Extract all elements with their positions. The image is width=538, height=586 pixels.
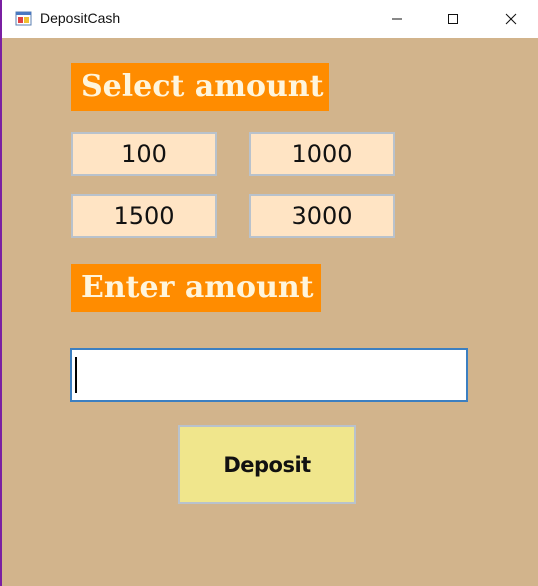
maximize-icon (448, 14, 458, 24)
amount-button-1000[interactable]: 1000 (249, 132, 395, 176)
minimize-button[interactable] (374, 0, 420, 38)
maximize-button[interactable] (430, 0, 476, 38)
title-bar[interactable]: DepositCash (2, 0, 538, 38)
app-window-icon (15, 11, 32, 26)
amount-input[interactable] (70, 348, 468, 402)
select-amount-heading: Select amount (71, 63, 329, 111)
amount-button-3000[interactable]: 3000 (249, 194, 395, 238)
deposit-cash-window: DepositCash Select amount 100 1000 1500 … (0, 0, 538, 586)
amount-button-100[interactable]: 100 (71, 132, 217, 176)
close-icon (505, 13, 517, 25)
text-caret (75, 357, 77, 393)
enter-amount-heading: Enter amount (71, 264, 321, 312)
window-title: DepositCash (40, 10, 121, 26)
amount-button-1500[interactable]: 1500 (71, 194, 217, 238)
deposit-button[interactable]: Deposit (178, 425, 356, 504)
minimize-icon (392, 18, 402, 20)
close-button[interactable] (488, 0, 534, 38)
